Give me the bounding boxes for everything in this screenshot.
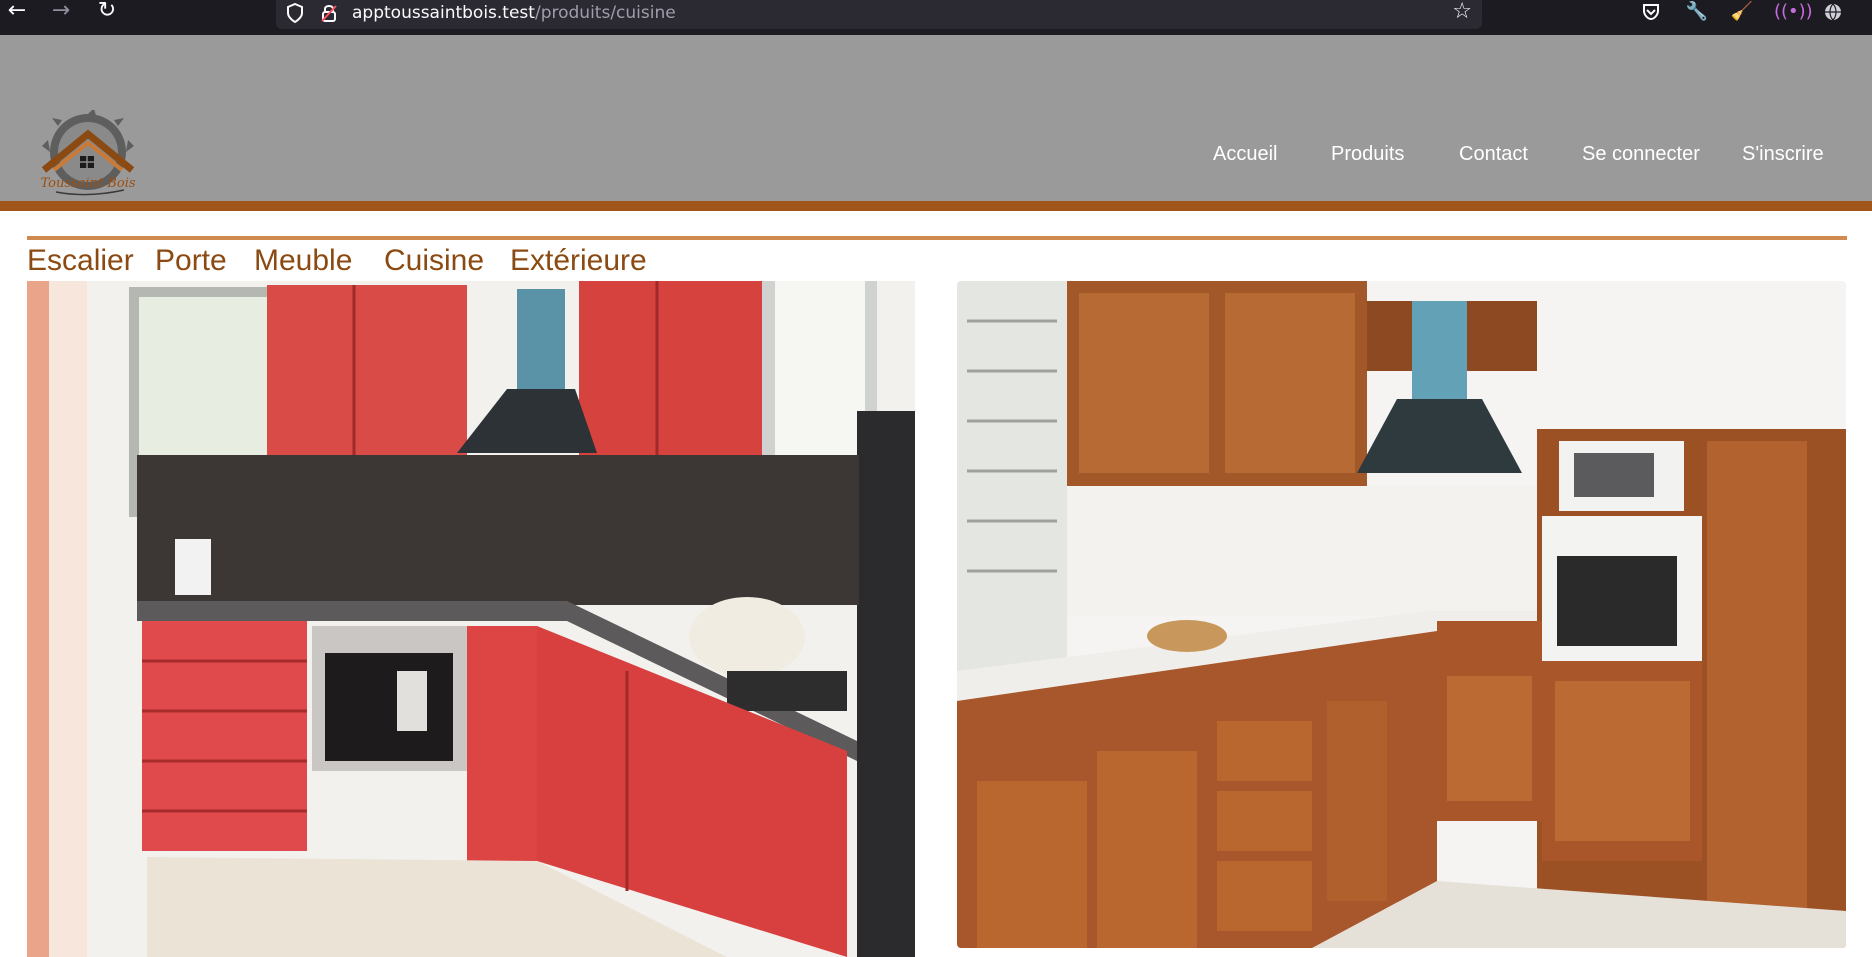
- red-kitchen-photo: [27, 281, 915, 957]
- product-card-wood-kitchen[interactable]: [957, 281, 1846, 948]
- extension-icon[interactable]: 🧹: [1729, 1, 1755, 23]
- product-card-red-kitchen[interactable]: [27, 281, 915, 957]
- nav-contact[interactable]: Contact: [1459, 143, 1528, 166]
- header-divider: [0, 201, 1872, 211]
- category-cuisine[interactable]: Cuisine: [384, 244, 484, 278]
- wrench-icon[interactable]: 🔧: [1684, 1, 1710, 23]
- nav-accueil[interactable]: Accueil: [1213, 143, 1277, 166]
- nav-s-inscrire[interactable]: S'inscrire: [1742, 143, 1824, 166]
- forward-icon[interactable]: →: [46, 0, 76, 25]
- nav-produits[interactable]: Produits: [1331, 143, 1404, 166]
- category-meuble[interactable]: Meuble: [254, 244, 352, 278]
- url-path: /produits/cuisine: [534, 3, 676, 23]
- category-divider: [27, 236, 1847, 240]
- broadcast-icon[interactable]: ((•)): [1774, 1, 1813, 23]
- url-text: apptoussaintbois.test/produits/cuisine: [352, 2, 676, 24]
- lock-icon[interactable]: [320, 3, 338, 23]
- browser-toolbar: ← → ↻ apptoussaintbois.test/produits/cui…: [0, 0, 1872, 35]
- category-escalier[interactable]: Escalier: [27, 244, 134, 278]
- pocket-icon[interactable]: [1638, 1, 1664, 23]
- reload-icon[interactable]: ↻: [92, 0, 122, 25]
- url-host: apptoussaintbois.test: [352, 3, 535, 23]
- shield-icon[interactable]: [286, 3, 304, 23]
- category-exterieure[interactable]: Extérieure: [510, 244, 647, 278]
- site-header: Toussaint Bois Accueil Produits Contact …: [0, 35, 1872, 201]
- logo-text: Toussaint Bois: [40, 176, 135, 191]
- category-porte[interactable]: Porte: [155, 244, 227, 278]
- star-icon[interactable]: ☆: [1452, 1, 1472, 23]
- address-bar[interactable]: apptoussaintbois.test/produits/cuisine ☆: [276, 0, 1482, 29]
- wood-kitchen-photo: [957, 281, 1846, 948]
- back-icon[interactable]: ←: [2, 0, 32, 25]
- nav-se-connecter[interactable]: Se connecter: [1582, 143, 1700, 166]
- globe-icon[interactable]: [1820, 1, 1846, 23]
- company-logo[interactable]: Toussaint Bois: [28, 110, 148, 200]
